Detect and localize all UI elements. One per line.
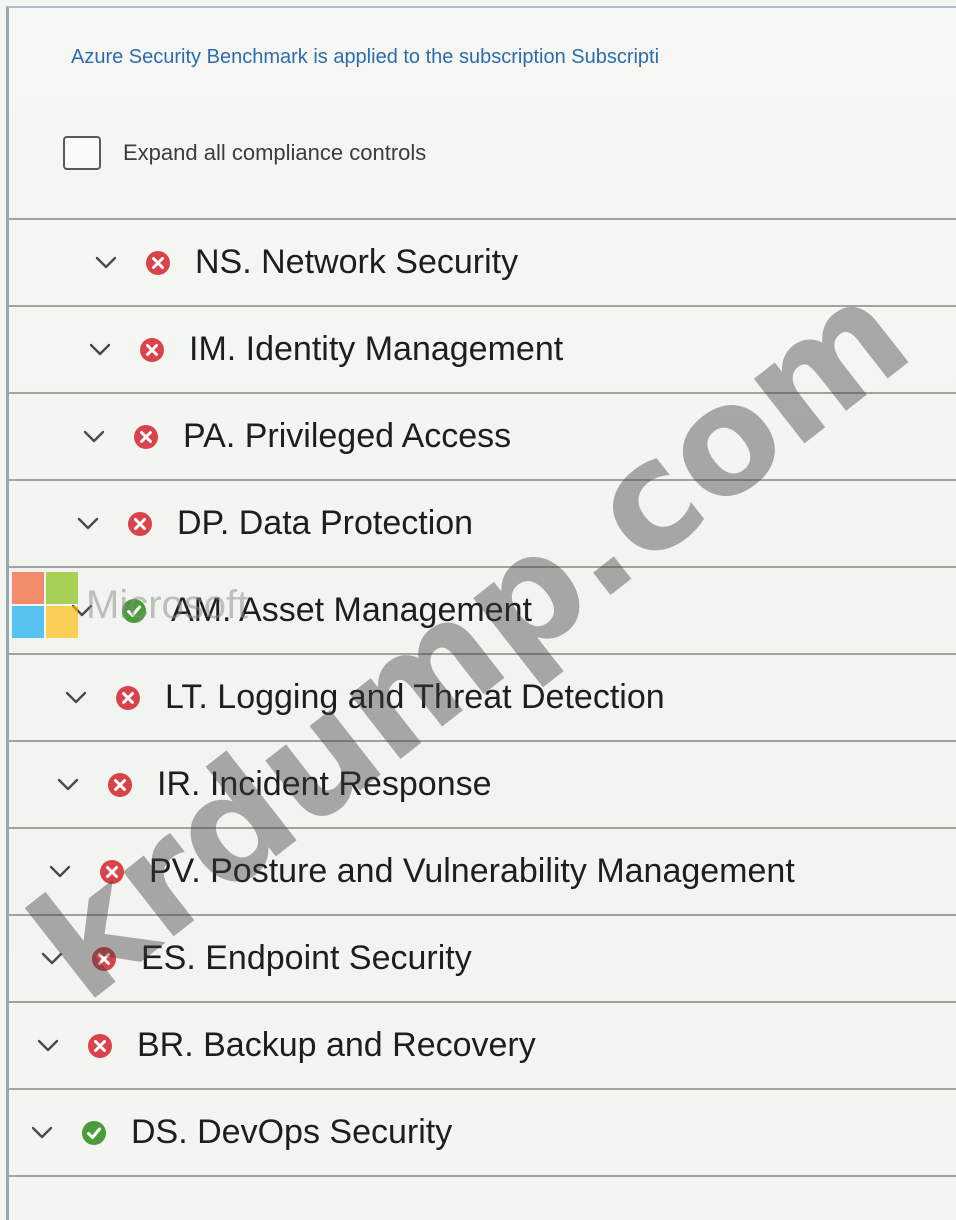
failed-icon <box>133 424 159 450</box>
microsoft-logo-text: Microsoft <box>86 582 249 627</box>
control-row-ir[interactable]: IR. Incident Response <box>9 740 956 827</box>
chevron-down-icon[interactable] <box>37 944 67 974</box>
chevron-down-icon[interactable] <box>61 683 91 713</box>
chevron-down-icon[interactable] <box>53 770 83 800</box>
chevron-down-icon[interactable] <box>33 1031 63 1061</box>
control-label: PV. Posture and Vulnerability Management <box>149 852 795 890</box>
expand-all-row[interactable]: Expand all compliance controls <box>63 136 426 170</box>
passed-icon <box>81 1120 107 1146</box>
failed-icon <box>91 946 117 972</box>
control-row-dp[interactable]: DP. Data Protection <box>9 479 956 566</box>
control-row-ns[interactable]: NS. Network Security <box>9 218 956 305</box>
failed-icon <box>145 250 171 276</box>
failed-icon <box>115 685 141 711</box>
chevron-down-icon[interactable] <box>73 509 103 539</box>
control-row-es[interactable]: ES. Endpoint Security <box>9 914 956 1001</box>
chevron-down-icon[interactable] <box>27 1118 57 1148</box>
control-label: NS. Network Security <box>195 243 519 281</box>
control-label: BR. Backup and Recovery <box>137 1026 536 1064</box>
control-label: IM. Identity Management <box>189 330 564 368</box>
control-label: LT. Logging and Threat Detection <box>165 678 665 716</box>
control-row-pa[interactable]: PA. Privileged Access <box>9 392 956 479</box>
chevron-down-icon[interactable] <box>45 857 75 887</box>
expand-all-checkbox[interactable] <box>63 136 101 170</box>
chevron-down-icon[interactable] <box>85 335 115 365</box>
microsoft-logo-overlay: Microsoft <box>12 572 248 638</box>
failed-icon <box>87 1033 113 1059</box>
control-row-lt[interactable]: LT. Logging and Threat Detection <box>9 653 956 740</box>
chevron-down-icon[interactable] <box>79 422 109 452</box>
control-label: ES. Endpoint Security <box>141 939 472 977</box>
control-row-im[interactable]: IM. Identity Management <box>9 305 956 392</box>
failed-icon <box>139 337 165 363</box>
compliance-controls-list: NS. Network Security IM. Identity Manage… <box>9 218 956 1177</box>
control-label: IR. Incident Response <box>157 765 492 803</box>
control-label: DS. DevOps Security <box>131 1113 453 1151</box>
control-row-ds[interactable]: DS. DevOps Security <box>9 1088 956 1177</box>
failed-icon <box>107 772 133 798</box>
microsoft-logo-icon <box>12 572 78 638</box>
expand-all-label: Expand all compliance controls <box>123 140 427 165</box>
chevron-down-icon[interactable] <box>91 248 121 278</box>
failed-icon <box>99 859 125 885</box>
control-row-br[interactable]: BR. Backup and Recovery <box>9 1001 956 1088</box>
benchmark-intro-text: Azure Security Benchmark is applied to t… <box>71 46 660 68</box>
control-row-pv[interactable]: PV. Posture and Vulnerability Management <box>9 827 956 914</box>
failed-icon <box>127 511 153 537</box>
control-label: PA. Privileged Access <box>183 417 512 455</box>
control-label: DP. Data Protection <box>177 504 474 542</box>
